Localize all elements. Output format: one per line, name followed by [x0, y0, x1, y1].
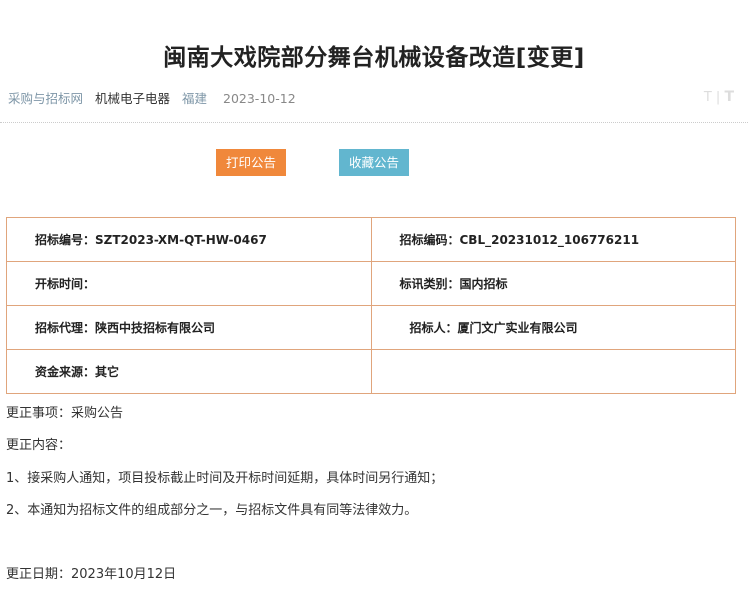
region-link[interactable]: 福建: [182, 91, 207, 106]
agent-cell: 招标代理：陕西中技招标有限公司: [6, 305, 372, 350]
page-title: 闽南大戏院部分舞台机械设备改造[变更]: [163, 45, 585, 71]
source-site-link[interactable]: 采购与招标网: [8, 91, 83, 106]
correction-content-label: 更正内容：: [6, 438, 72, 453]
collect-notice-button[interactable]: 收藏公告: [339, 149, 409, 176]
fund-source-cell: 资金来源：其它: [6, 349, 372, 394]
font-small-button[interactable]: T: [704, 90, 712, 105]
bid-number-cell: 招标编号：SZT2023-XM-QT-HW-0467: [6, 217, 372, 262]
correction-item-2: 2、本通知为招标文件的组成部分之一，与招标文件具有同等法律效力。: [6, 503, 418, 518]
font-size-toggle: T | T: [704, 89, 734, 105]
bid-code-cell: 招标编码：CBL_20231012_106776211: [370, 217, 736, 262]
tenderer-cell: 招标人：厦门文广实业有限公司: [370, 305, 736, 350]
article-meta: 采购与招标网 机械电子电器 福建 2023-10-12: [8, 88, 304, 107]
table-row: 招标编号：SZT2023-XM-QT-HW-0467 招标编码：CBL_2023…: [6, 217, 736, 262]
table-row: 开标时间： 标讯类别：国内招标: [6, 261, 736, 306]
font-toggle-separator: |: [715, 90, 721, 105]
print-notice-button[interactable]: 打印公告: [216, 149, 286, 176]
tender-info-table: 招标编号：SZT2023-XM-QT-HW-0467 招标编码：CBL_2023…: [6, 217, 736, 394]
table-row: 招标代理：陕西中技招标有限公司 招标人：厦门文广实业有限公司: [6, 305, 736, 350]
correction-date: 更正日期：2023年10月12日: [6, 567, 177, 582]
empty-cell: [370, 349, 736, 394]
font-large-button[interactable]: T: [724, 89, 734, 105]
publish-date: 2023-10-12: [223, 91, 296, 106]
correction-item: 更正事项：采购公告: [6, 406, 124, 421]
category-label: 机械电子电器: [95, 91, 171, 106]
header-divider: [0, 122, 748, 123]
notice-type-cell: 标讯类别：国内招标: [370, 261, 736, 306]
table-row: 资金来源：其它: [6, 349, 736, 394]
correction-item-1: 1、接采购人通知，项目投标截止时间及开标时间延期，具体时间另行通知；: [6, 471, 444, 486]
open-time-cell: 开标时间：: [6, 261, 372, 306]
